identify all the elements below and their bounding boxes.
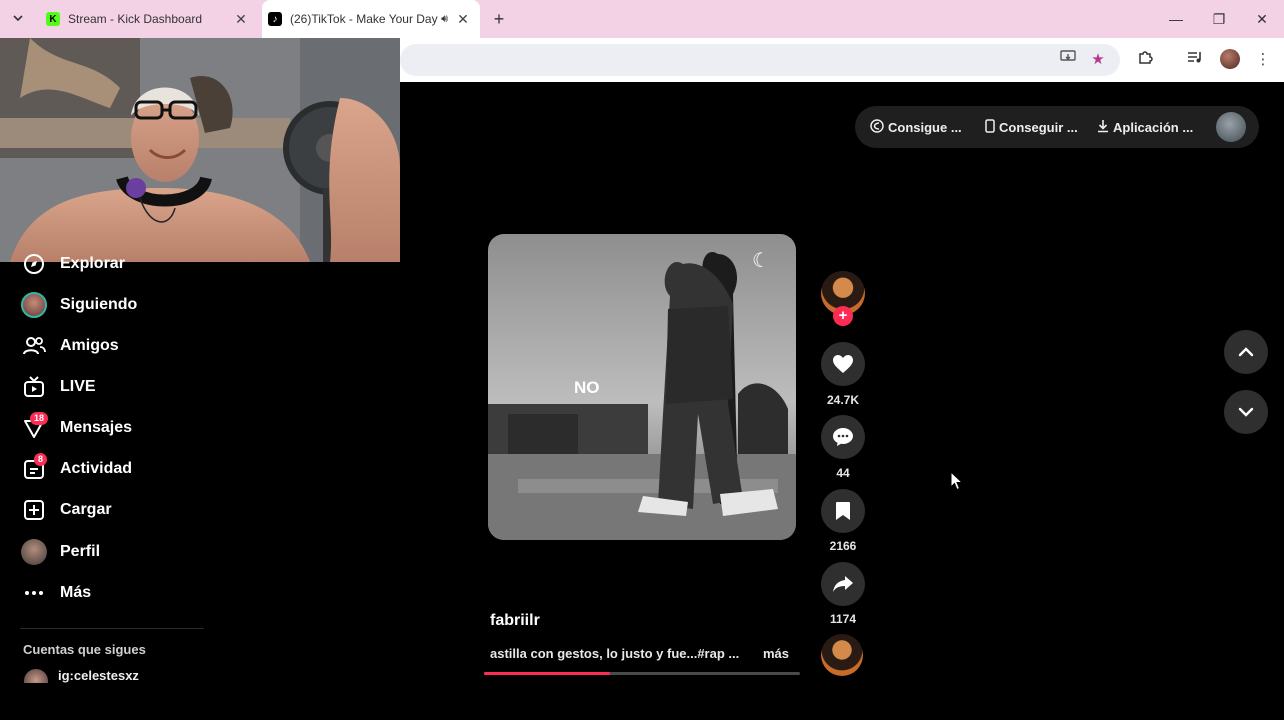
browser-tab-kick[interactable]: K Stream - Kick Dashboard ✕ <box>40 0 258 38</box>
save-count: 2166 <box>829 539 857 553</box>
phone-icon <box>985 118 995 136</box>
chevron-down-icon <box>1238 407 1254 417</box>
sidebar-item-label: Siguiendo <box>60 296 138 313</box>
sidebar-item-label: LIVE <box>60 378 96 395</box>
download-icon <box>1097 119 1109 136</box>
video-overlay-text: NO <box>574 378 600 397</box>
window-close-icon[interactable]: ✕ <box>1242 6 1282 32</box>
sidebar-item-cargar[interactable]: Cargar <box>20 494 112 526</box>
video-author[interactable]: fabriilr <box>490 612 540 630</box>
user-avatar[interactable] <box>1216 112 1246 142</box>
activity-badge: 8 <box>34 453 48 466</box>
comment-button[interactable] <box>821 415 865 459</box>
webcam-overlay <box>0 38 400 262</box>
account-avatar <box>24 668 48 683</box>
like-button[interactable] <box>821 342 865 386</box>
tiktok-favicon-icon: ♪ <box>268 12 282 26</box>
following-accounts-heading: Cuentas que sigues <box>23 642 146 657</box>
tab-audio-speaker-icon[interactable]: 🔊︎ <box>441 13 448 26</box>
like-count: 24.7K <box>826 393 860 407</box>
heart-icon <box>833 355 853 373</box>
video-player[interactable] <box>488 234 796 540</box>
tab-title: Stream - Kick Dashboard <box>68 12 203 26</box>
media-control-icon[interactable] <box>1184 49 1206 71</box>
extensions-puzzle-icon[interactable] <box>1134 49 1156 71</box>
sidebar-item-label: Amigos <box>60 337 119 354</box>
comment-count: 44 <box>836 466 850 480</box>
action-label: Conseguir ... <box>999 119 1078 135</box>
follow-plus-icon[interactable]: + <box>833 306 853 326</box>
tab-close-icon[interactable]: ✕ <box>232 11 250 28</box>
chevron-up-icon <box>1238 347 1254 357</box>
following-account-item[interactable]: ig:celestesxz <box>24 668 139 683</box>
bookmark-star-icon[interactable]: ★ <box>1087 49 1109 71</box>
address-bar[interactable] <box>400 44 1120 76</box>
more-dots-icon <box>20 579 48 607</box>
sidebar-item-label: Actividad <box>60 460 133 477</box>
sidebar-item-label: Perfil <box>60 543 101 560</box>
window-minimize-icon[interactable]: — <box>1156 6 1196 32</box>
get-coins-button[interactable]: Consigue ... <box>870 106 962 148</box>
sidebar-item-label: Más <box>60 584 92 601</box>
sidebar-divider <box>20 628 204 629</box>
coin-icon <box>870 118 884 136</box>
sidebar-item-live[interactable]: LIVE <box>20 371 96 403</box>
moon-sparkle-icon: ☾ <box>752 250 770 272</box>
sidebar-item-mensajes[interactable]: 18 Mensajes <box>20 412 132 444</box>
kick-favicon-icon: K <box>46 12 60 26</box>
sidebar-item-siguiendo[interactable]: Siguiendo <box>20 289 137 321</box>
messages-badge: 18 <box>30 412 49 425</box>
video-progress-fill <box>484 672 611 675</box>
sidebar-item-actividad[interactable]: 8 Actividad <box>20 453 132 485</box>
next-video-button[interactable] <box>1224 390 1268 434</box>
action-label: Consigue ... <box>888 119 962 135</box>
tab-close-icon[interactable]: ✕ <box>454 11 472 28</box>
sidebar-item-label: Mensajes <box>60 419 133 436</box>
window-restore-icon[interactable]: ❐ <box>1199 6 1239 32</box>
previous-video-button[interactable] <box>1224 330 1268 374</box>
get-app-button[interactable]: Conseguir ... <box>985 106 1078 148</box>
sidebar-item-explorar[interactable]: Explorar <box>20 248 125 280</box>
friends-icon <box>20 332 48 360</box>
tab-search-chevron-icon[interactable] <box>8 8 28 28</box>
upload-icon <box>20 496 48 524</box>
sidebar-item-label: Explorar <box>60 255 125 272</box>
sidebar-item-perfil[interactable]: Perfil <box>20 536 100 568</box>
comment-bubble-icon <box>833 428 853 446</box>
sidebar-item-amigos[interactable]: Amigos <box>20 330 119 362</box>
account-name: ig:celestesxz <box>58 668 139 683</box>
bookmark-icon <box>836 502 850 520</box>
caption-more-link[interactable]: más <box>763 646 789 661</box>
activity-icon: 8 <box>20 453 48 483</box>
message-icon: 18 <box>20 412 49 442</box>
live-tv-icon <box>20 373 48 401</box>
save-button[interactable] <box>821 489 865 533</box>
new-tab-plus-icon[interactable]: + <box>488 8 510 30</box>
browser-profile-avatar[interactable] <box>1220 49 1240 69</box>
share-arrow-icon <box>833 576 853 592</box>
share-button[interactable] <box>821 562 865 606</box>
install-app-icon[interactable] <box>1057 49 1079 71</box>
sidebar-item-label: Cargar <box>60 501 112 518</box>
share-count: 1174 <box>829 612 857 626</box>
mouse-cursor-icon <box>950 470 964 496</box>
compass-icon <box>20 250 48 278</box>
sidebar-item-mas[interactable]: Más <box>20 577 91 609</box>
video-caption: astilla con gestos, lo justo y fue...#ra… <box>490 646 740 661</box>
download-app-button[interactable]: Aplicación ... <box>1097 106 1193 148</box>
tab-title: (26)TikTok - Make Your Day <box>290 12 438 26</box>
video-progress-bar[interactable] <box>484 672 800 675</box>
browser-menu-kebab-icon[interactable]: ⋮ <box>1252 49 1274 71</box>
profile-avatar <box>20 538 48 566</box>
following-avatar <box>20 291 48 319</box>
action-label: Aplicación ... <box>1113 119 1194 135</box>
browser-tab-tiktok[interactable]: ♪ (26)TikTok - Make Your Day 🔊︎ ✕ <box>262 0 480 38</box>
music-disc-avatar[interactable] <box>821 634 863 676</box>
